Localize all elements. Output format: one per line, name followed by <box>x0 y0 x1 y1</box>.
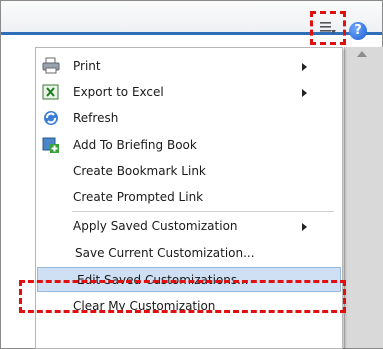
menu-item-label: Create Bookmark Link <box>73 164 206 178</box>
menu-item-apply-saved-customization[interactable]: Apply Saved Customization <box>36 214 342 239</box>
menu-item-add-briefing-book[interactable]: Add To Briefing Book <box>36 133 342 158</box>
content-area <box>1 35 35 348</box>
refresh-icon <box>42 109 60 127</box>
menu-item-label: Print <box>73 59 101 73</box>
page-options-icon[interactable] <box>310 11 346 45</box>
menu-item-create-bookmark-link[interactable]: Create Bookmark Link <box>36 159 342 184</box>
menu-item-label: Apply Saved Customization <box>73 219 238 233</box>
menu-item-label: Save Current Customization... <box>75 246 255 260</box>
app-frame: ? Print Export to Excel Refresh Add To B… <box>0 0 383 349</box>
vertical-scrollbar[interactable] <box>344 47 383 348</box>
menu-item-label: Create Prompted Link <box>73 190 204 204</box>
menu-item-edit-saved-customizations[interactable]: Edit Saved Customizations... <box>37 267 341 292</box>
submenu-arrow-icon <box>302 223 307 231</box>
help-icon[interactable]: ? <box>349 22 367 40</box>
submenu-arrow-icon <box>302 89 307 97</box>
menu-item-print[interactable]: Print <box>36 54 342 79</box>
excel-icon <box>42 83 60 101</box>
submenu-arrow-icon <box>302 63 307 71</box>
menu-item-label: Edit Saved Customizations... <box>77 273 249 287</box>
menu-separator <box>72 211 334 212</box>
menu-item-label: Add To Briefing Book <box>73 138 197 152</box>
menu-item-label: Refresh <box>73 111 119 125</box>
menu-item-export-excel[interactable]: Export to Excel <box>36 80 342 105</box>
printer-icon <box>42 57 60 75</box>
menu-item-create-prompted-link[interactable]: Create Prompted Link <box>36 185 342 210</box>
briefing-book-add-icon <box>42 136 60 154</box>
menu-item-label: Export to Excel <box>73 85 164 99</box>
menu-item-clear-my-customization[interactable]: Clear My Customization <box>36 294 342 319</box>
page-options-menu: Print Export to Excel Refresh Add To Bri… <box>35 47 343 349</box>
menu-item-save-current-customization[interactable]: Save Current Customization... <box>36 241 342 266</box>
menu-item-refresh[interactable]: Refresh <box>36 106 342 131</box>
menu-item-label: Clear My Customization <box>73 299 216 313</box>
scroll-up-icon[interactable] <box>357 51 367 57</box>
